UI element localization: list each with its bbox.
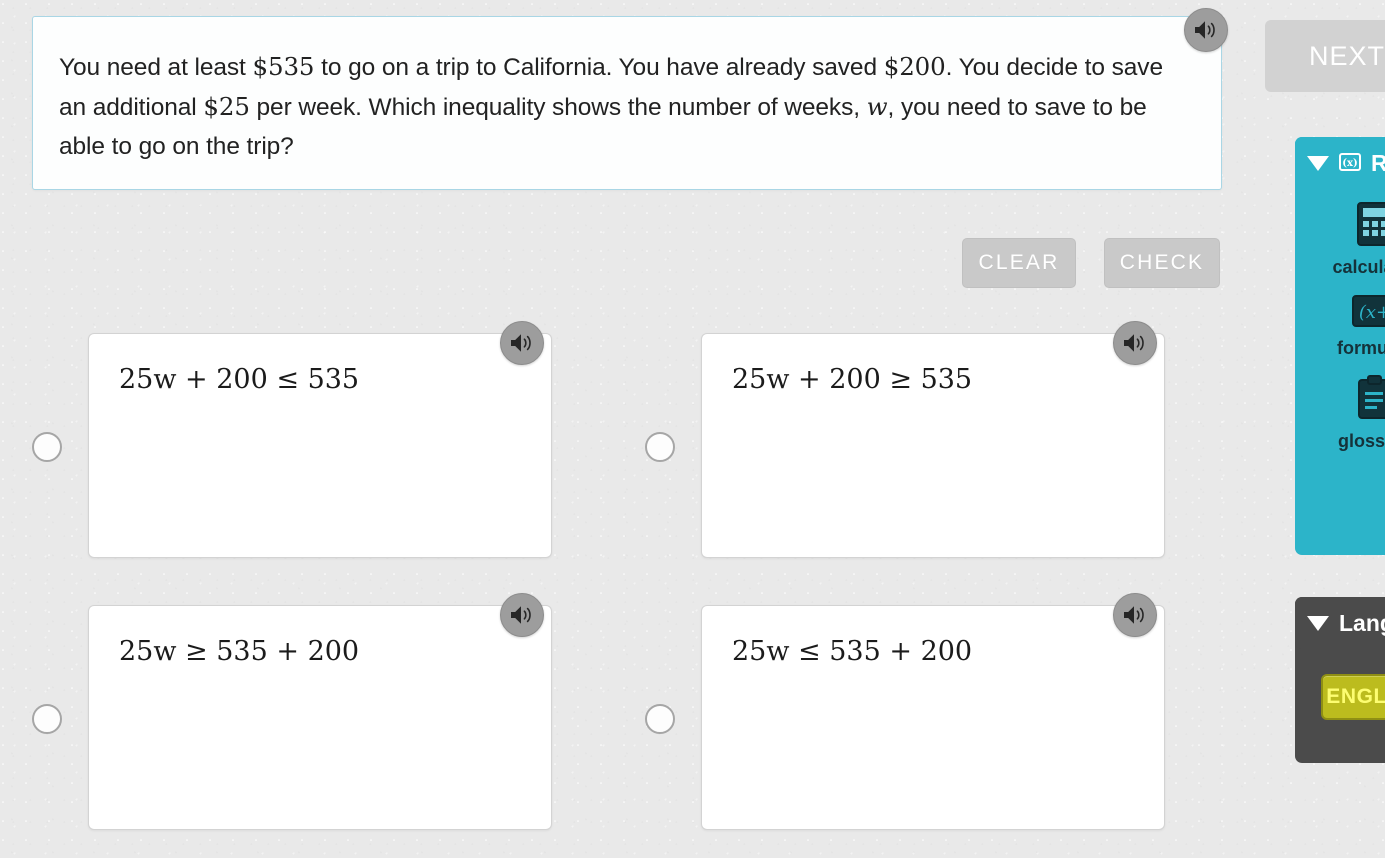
question-amount-total: $535	[252, 52, 315, 81]
question-amount-saved: $200	[883, 52, 946, 81]
reference-tool-label: calculator	[1332, 257, 1385, 277]
answer-card-d[interactable]: 25w ≤ 535 + 200	[701, 605, 1165, 830]
reference-tool-label: glossary	[1337, 431, 1385, 451]
answer-choice-c: 25w ≥ 535 + 200	[32, 593, 552, 830]
radio-choice-b[interactable]	[645, 432, 675, 462]
reference-tool-calculator[interactable]: calculator	[1295, 201, 1385, 278]
radio-choice-a[interactable]	[32, 432, 62, 462]
formula-box-icon: (x+	[1351, 294, 1385, 333]
svg-text:(x+: (x+	[1359, 302, 1385, 323]
answer-text-a: 25w + 200 ≤ 535	[119, 364, 360, 395]
quiz-screen: You need at least $535 to go on a trip t…	[0, 0, 1385, 858]
speaker-icon[interactable]	[1113, 321, 1157, 365]
chevron-down-icon	[1307, 615, 1329, 631]
question-text: You need at least $535 to go on a trip t…	[59, 47, 1191, 166]
answer-choice-a: 25w + 200 ≤ 535	[32, 321, 552, 558]
language-panel: Language ENGLISH	[1295, 597, 1385, 763]
answer-text-d: 25w ≤ 535 + 200	[732, 636, 973, 667]
question-segment: You need at least	[59, 54, 253, 81]
reference-panel-header[interactable]: (x) Reference	[1295, 137, 1385, 189]
question-variable: w	[866, 92, 888, 121]
right-rail: NEXT (x) Reference	[1265, 0, 1385, 858]
clipboard-icon	[1355, 375, 1385, 426]
answer-text-b: 25w + 200 ≥ 535	[732, 364, 973, 395]
answer-card-c[interactable]: 25w ≥ 535 + 200	[88, 605, 552, 830]
check-button[interactable]: CHECK	[1104, 238, 1220, 288]
language-button-english[interactable]: ENGLISH	[1321, 674, 1385, 720]
question-card: You need at least $535 to go on a trip t…	[32, 16, 1222, 190]
language-options: ENGLISH	[1295, 649, 1385, 763]
answer-card-a[interactable]: 25w + 200 ≤ 535	[88, 333, 552, 558]
speaker-icon[interactable]	[1184, 8, 1228, 52]
reference-tool-formulas[interactable]: (x+ formulas	[1295, 294, 1385, 359]
answer-choice-b: 25w + 200 ≥ 535	[645, 321, 1165, 558]
speaker-icon[interactable]	[1113, 593, 1157, 637]
svg-text:(x): (x)	[1342, 158, 1357, 169]
radio-choice-d[interactable]	[645, 704, 675, 734]
reference-tool-glossary[interactable]: glossary	[1295, 375, 1385, 452]
reference-tool-label: formulas	[1336, 338, 1385, 358]
question-segment: per week. Which inequality shows the num…	[249, 94, 867, 121]
answer-choice-d: 25w ≤ 535 + 200	[645, 593, 1165, 830]
next-button[interactable]: NEXT	[1265, 20, 1385, 92]
reference-tool-list: calculator (x+ formulas	[1295, 189, 1385, 555]
clear-button[interactable]: CLEAR	[962, 238, 1076, 288]
reference-panel: (x) Reference	[1295, 137, 1385, 555]
chevron-down-icon	[1307, 155, 1329, 171]
question-amount-weekly: $25	[203, 92, 250, 121]
answer-card-b[interactable]: 25w + 200 ≥ 535	[701, 333, 1165, 558]
question-segment: to go on a trip to California. You have …	[314, 54, 884, 81]
language-panel-header[interactable]: Language	[1295, 597, 1385, 649]
language-panel-title: Language	[1339, 609, 1385, 636]
speaker-icon[interactable]	[500, 593, 544, 637]
radio-choice-c[interactable]	[32, 704, 62, 734]
formula-box-icon: (x)	[1339, 150, 1361, 177]
speaker-icon[interactable]	[500, 321, 544, 365]
calculator-icon	[1355, 201, 1385, 252]
reference-panel-title: Reference	[1371, 149, 1385, 176]
answer-text-c: 25w ≥ 535 + 200	[119, 636, 360, 667]
